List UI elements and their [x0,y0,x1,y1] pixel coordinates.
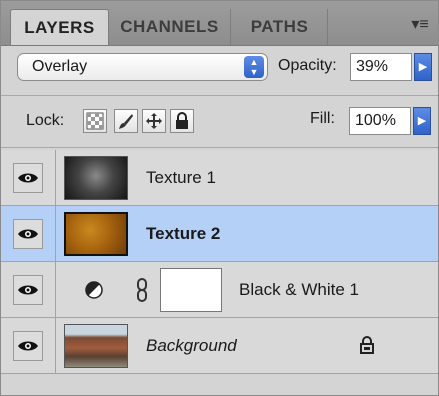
lock-all-icon[interactable] [170,109,194,133]
layer-name: Texture 2 [146,224,221,243]
fill-label: Fill: [310,110,335,127]
lock-icon [359,335,375,360]
layer-name: Black & White 1 [239,280,359,299]
tab-paths[interactable]: PATHS [232,9,328,45]
lock-label: Lock: [26,112,65,129]
eye-icon [13,162,43,193]
layer-row-background[interactable]: Background [1,318,438,374]
visibility-toggle[interactable] [1,206,56,261]
select-arrows-icon: ▲ ▼ [244,56,264,78]
eye-icon [13,218,43,249]
layer-row-texture-1[interactable]: Texture 1 [1,150,438,206]
opacity-slider-arrow-icon[interactable]: ▶ [414,53,432,81]
divider [1,95,438,96]
blend-mode-select[interactable]: Overlay ▲ ▼ [17,53,268,81]
layer-thumbnail-texture-2 [64,212,128,256]
divider [1,147,438,148]
lock-fill-row: Lock: Fill: 100% ▶ [1,97,438,145]
opacity-input[interactable]: 39% [350,53,412,81]
eye-icon [13,274,43,305]
layers-empty-area [1,378,438,395]
blend-options-row: Overlay ▲ ▼ Opacity: 39% ▶ [1,45,438,93]
layer-mask-thumbnail[interactable] [160,268,222,312]
visibility-toggle[interactable] [1,262,56,317]
layer-name: Texture 1 [146,168,216,187]
tab-layers[interactable]: LAYERS [10,9,109,45]
fill-slider-arrow-icon[interactable]: ▶ [413,107,431,135]
layer-thumbnail-texture-1 [64,156,128,200]
blend-mode-value: Overlay [32,58,88,75]
lock-transparent-pixels-icon[interactable] [83,109,107,133]
layer-name: Background [146,336,237,355]
layer-thumbnail-background [64,324,128,368]
visibility-toggle[interactable] [1,150,56,205]
panel-menu-icon[interactable]: ▾≡ [408,15,432,35]
eye-icon [13,330,43,361]
panel-tab-bar: LAYERS CHANNELS PATHS ▾≡ [1,1,438,46]
visibility-toggle[interactable] [1,318,56,373]
layers-panel: LAYERS CHANNELS PATHS ▾≡ Overlay ▲ ▼ Opac… [0,0,439,396]
layer-row-texture-2[interactable]: Texture 2 [1,206,438,262]
layers-list: Texture 1 Texture 2 Black & White 1 Back… [1,150,438,374]
opacity-label: Opacity: [278,57,337,74]
lock-image-pixels-icon[interactable] [114,109,138,133]
fill-input[interactable]: 100% [349,107,411,135]
layer-row-black-white-1[interactable]: Black & White 1 [1,262,438,318]
mask-link-icon[interactable] [136,278,148,307]
adjustment-layer-icon [84,280,104,305]
lock-position-icon[interactable] [142,109,166,133]
tab-channels[interactable]: CHANNELS [109,9,231,45]
